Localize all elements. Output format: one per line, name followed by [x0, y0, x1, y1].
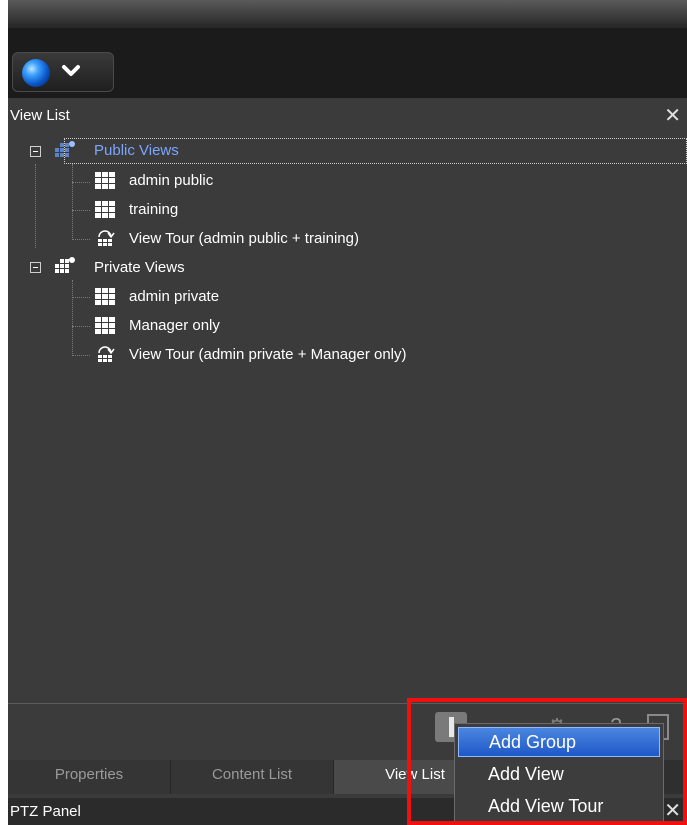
tree-item-view-tour[interactable]: View Tour (admin private + Manager only)	[129, 342, 407, 368]
close-icon[interactable]: ✕	[664, 104, 681, 128]
globe-icon	[22, 59, 50, 87]
view-grid-icon	[95, 317, 115, 334]
tree-item-label: View Tour (admin private + Manager only)	[129, 346, 407, 363]
application-window: View List ✕ Public Views admin public tr…	[8, 0, 687, 825]
highlight-annotation	[407, 698, 687, 825]
tree-item-view[interactable]: admin private	[129, 284, 219, 310]
tree-connector	[72, 326, 90, 327]
tree-group-public[interactable]: Public Views	[94, 138, 179, 164]
tree-connector	[72, 239, 90, 240]
tree-connector	[72, 182, 90, 183]
view-tree: Public Views admin public training View …	[8, 130, 687, 700]
view-tour-icon	[98, 346, 115, 362]
tab-content-list[interactable]: Content List	[171, 760, 334, 794]
view-list-header: View List ✕	[8, 104, 687, 128]
view-group-icon	[55, 141, 75, 157]
view-grid-icon	[95, 288, 115, 305]
tab-properties[interactable]: Properties	[8, 760, 171, 794]
tree-item-view[interactable]: admin public	[129, 168, 213, 194]
tree-group-label: Private Views	[94, 259, 185, 276]
tree-item-label: Manager only	[129, 317, 220, 334]
tree-item-label: admin private	[129, 288, 220, 305]
title-bar	[8, 0, 687, 28]
tree-connector	[35, 164, 36, 248]
tree-item-view[interactable]: Manager only	[129, 313, 220, 339]
tree-item-label: training	[129, 201, 179, 218]
collapse-toggle[interactable]	[30, 146, 41, 157]
tree-group-label: Public Views	[94, 142, 179, 159]
ptz-panel-title: PTZ Panel	[10, 803, 81, 820]
view-group-icon	[55, 257, 75, 273]
tree-item-view-tour[interactable]: View Tour (admin public + training)	[129, 226, 359, 252]
tree-connector	[72, 210, 90, 211]
tree-connector	[72, 297, 90, 298]
chevron-down-icon	[62, 65, 80, 76]
tree-group-private[interactable]: Private Views	[94, 255, 185, 281]
tree-item-label: admin public	[129, 172, 214, 189]
tree-connector	[72, 164, 73, 240]
globe-menu-button[interactable]	[12, 52, 114, 92]
view-grid-icon	[95, 172, 115, 189]
tree-connector	[72, 355, 90, 356]
tree-item-label: View Tour (admin public + training)	[129, 230, 359, 247]
view-grid-icon	[95, 201, 115, 218]
view-tour-icon	[98, 230, 115, 246]
tree-connector	[72, 280, 73, 356]
collapse-toggle[interactable]	[30, 262, 41, 273]
tree-item-view[interactable]: training	[129, 197, 178, 223]
view-list-title: View List	[10, 107, 70, 124]
